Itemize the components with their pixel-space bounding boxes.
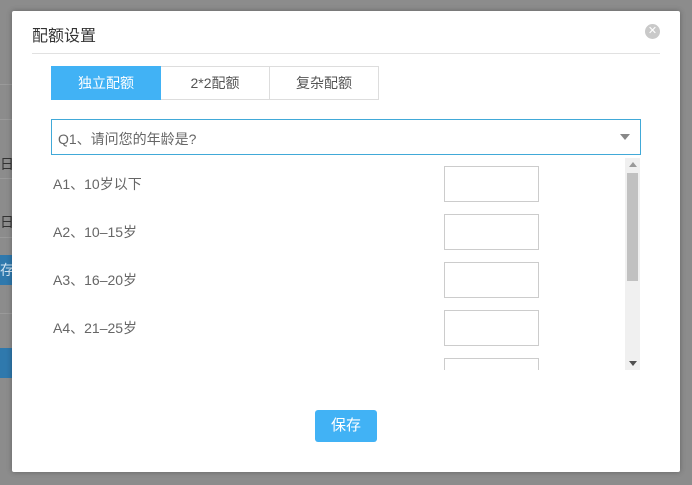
- question-select[interactable]: Q1、请问您的年龄是?: [51, 119, 641, 155]
- quota-settings-dialog: 配额设置 ✕ 独立配额 2*2配额 复杂配额 Q1、请问您的年龄是? A1、10…: [12, 11, 680, 472]
- tab-independent-quota[interactable]: 独立配额: [51, 66, 161, 100]
- bg-button: 存: [0, 255, 14, 285]
- scrollbar-thumb[interactable]: [627, 173, 638, 281]
- quota-input[interactable]: [444, 214, 539, 250]
- tab-2x2-quota[interactable]: 2*2配额: [161, 66, 270, 100]
- answer-row: A1、10岁以下: [51, 158, 625, 206]
- quota-type-tabs: 独立配额 2*2配额 复杂配额: [51, 66, 379, 100]
- quota-input[interactable]: [444, 262, 539, 298]
- save-button[interactable]: 保存: [315, 410, 377, 442]
- close-icon[interactable]: ✕: [645, 24, 660, 39]
- bg-button: [0, 348, 12, 378]
- dialog-header: 配额设置 ✕: [32, 11, 660, 54]
- tab-complex-quota[interactable]: 复杂配额: [270, 66, 379, 100]
- question-select-value: Q1、请问您的年龄是?: [58, 131, 197, 147]
- answer-list-scrollbar[interactable]: [625, 158, 640, 370]
- chevron-down-icon: [620, 134, 630, 140]
- answer-label: A1、10岁以下: [53, 176, 142, 192]
- answer-label: A2、10–15岁: [53, 224, 138, 240]
- dialog-title: 配额设置: [32, 28, 97, 45]
- quota-input[interactable]: [444, 358, 539, 370]
- answer-row: A4、21–25岁: [51, 302, 625, 350]
- quota-input[interactable]: [444, 310, 539, 346]
- answer-list: A1、10岁以下 A2、10–15岁 A3、16–20岁 A4、21–25岁: [51, 158, 639, 370]
- scroll-down-arrow-icon[interactable]: [629, 361, 637, 366]
- answer-row: A3、16–20岁: [51, 254, 625, 302]
- answer-row: [51, 350, 625, 370]
- answer-label: A4、21–25岁: [53, 320, 138, 336]
- quota-input[interactable]: [444, 166, 539, 202]
- answer-label: A3、16–20岁: [53, 272, 138, 288]
- scroll-up-arrow-icon[interactable]: [629, 162, 637, 167]
- answer-row: A2、10–15岁: [51, 206, 625, 254]
